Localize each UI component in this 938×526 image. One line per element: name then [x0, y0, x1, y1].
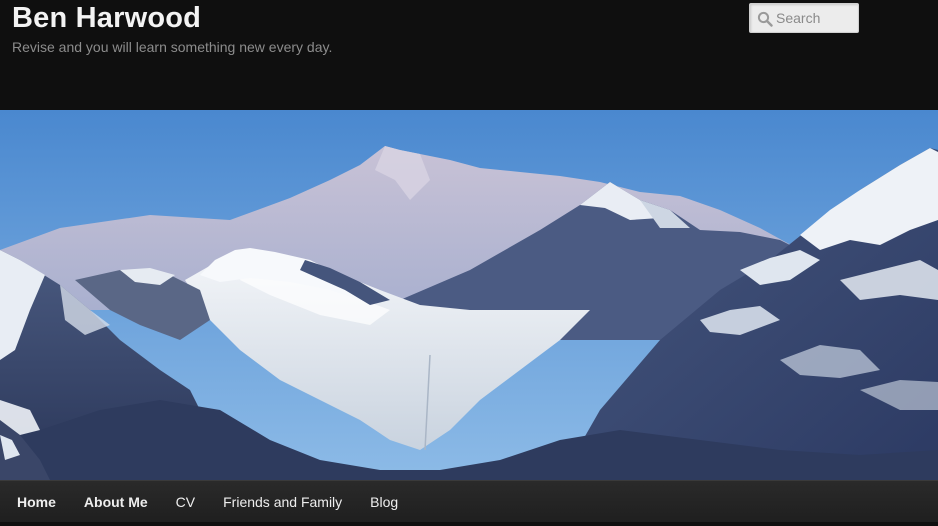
site-title[interactable]: Ben Harwood [12, 0, 201, 36]
page-bottom-edge [0, 522, 938, 526]
main-navigation: Home About Me CV Friends and Family Blog [0, 480, 938, 522]
nav-item-friends-and-family[interactable]: Friends and Family [209, 481, 356, 522]
site-header: Ben Harwood Revise and you will learn so… [0, 0, 938, 110]
nav-item-cv[interactable]: CV [162, 481, 209, 522]
search-icon [757, 11, 773, 27]
nav-menu: Home About Me CV Friends and Family Blog [0, 481, 938, 522]
nav-item-home[interactable]: Home [3, 481, 70, 522]
site-description: Revise and you will learn something new … [12, 39, 333, 55]
search-input[interactable] [776, 4, 856, 32]
mountain-landscape-image [0, 110, 938, 480]
nav-item-about-me[interactable]: About Me [70, 481, 162, 522]
nav-item-blog[interactable]: Blog [356, 481, 412, 522]
search-form[interactable] [749, 3, 859, 33]
page: Ben Harwood Revise and you will learn so… [0, 0, 938, 526]
header-image[interactable] [0, 110, 938, 480]
